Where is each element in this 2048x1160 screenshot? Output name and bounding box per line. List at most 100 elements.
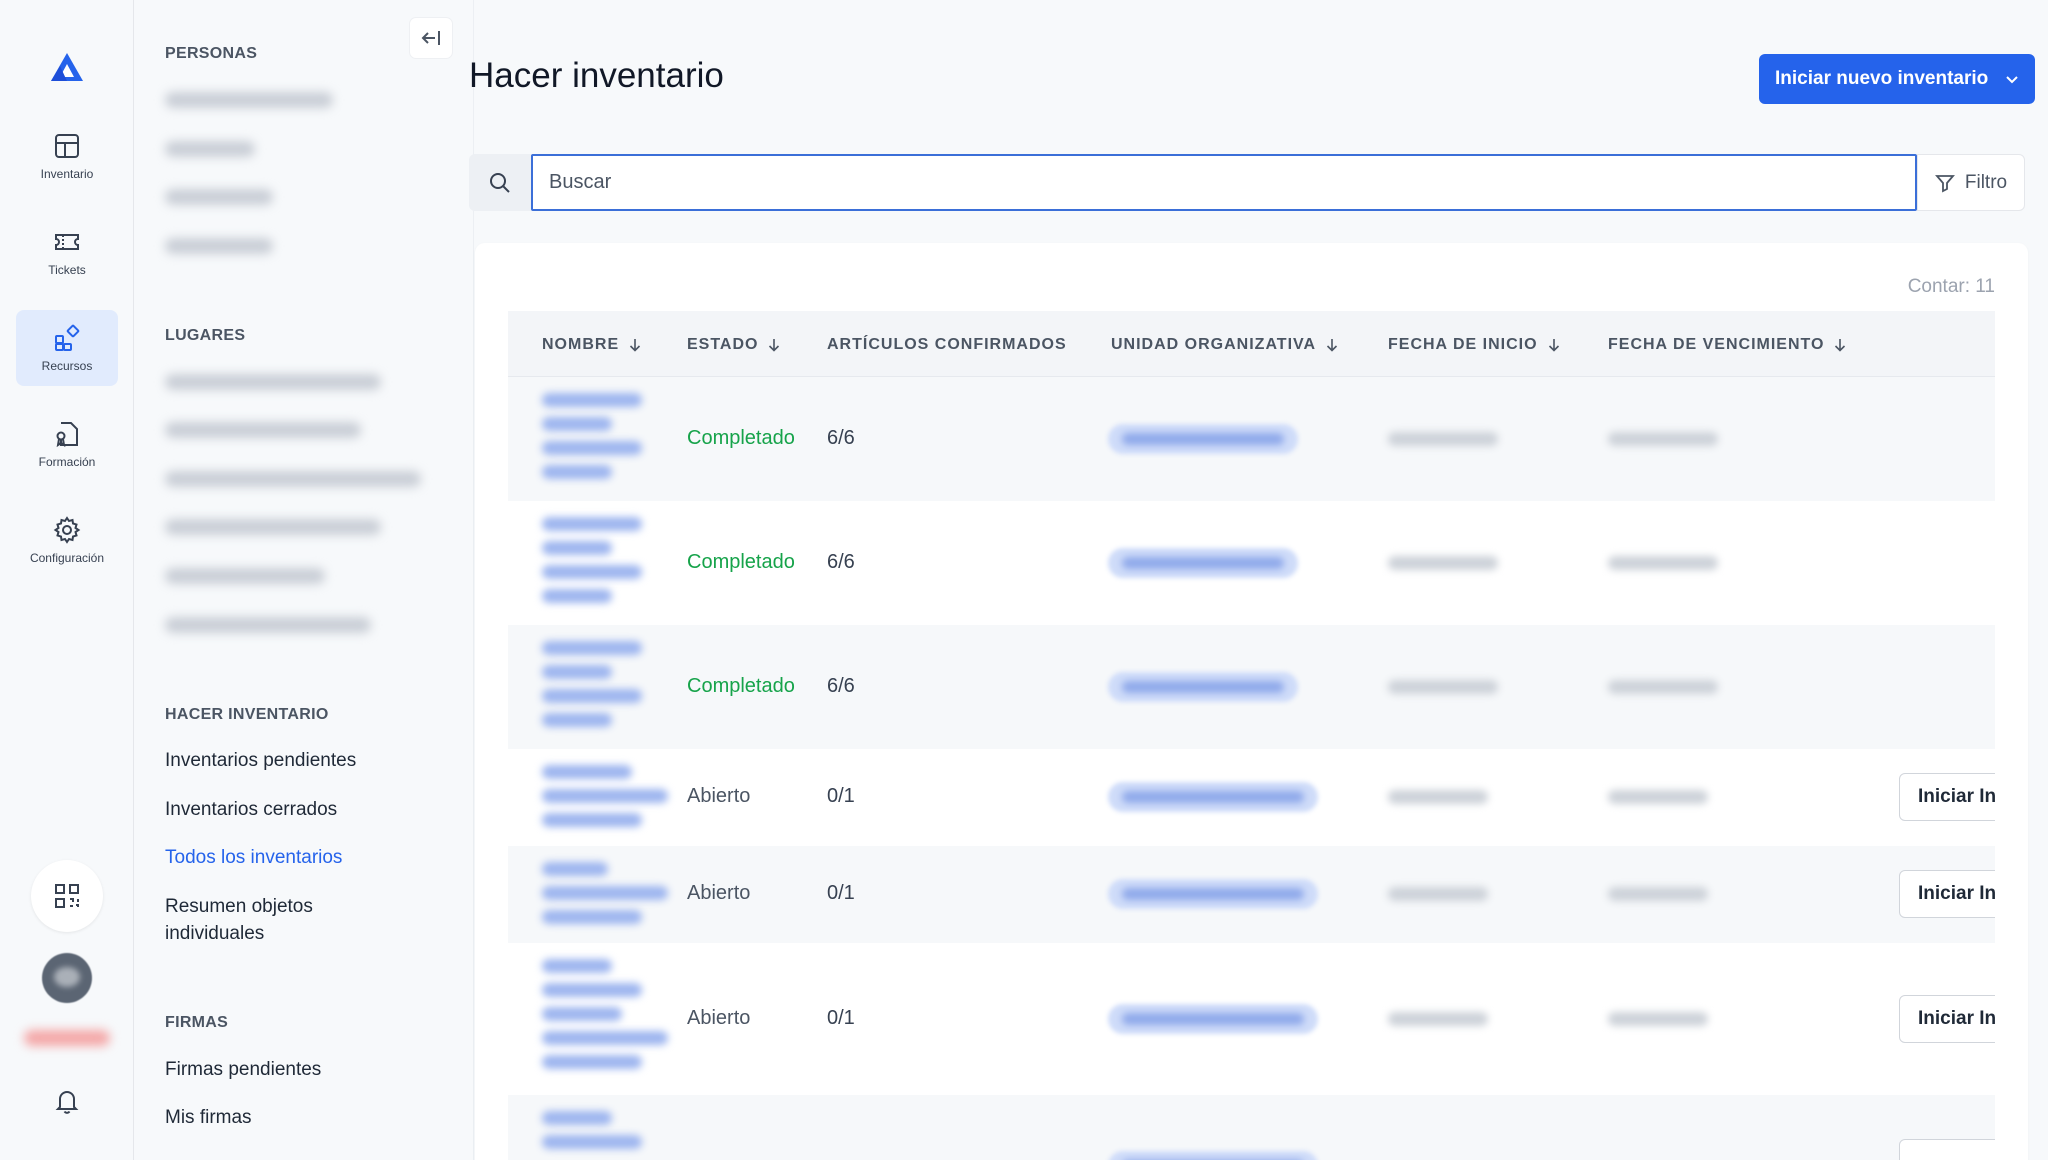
column-header-label: FECHA DE VENCIMIENTO <box>1608 336 1825 353</box>
redacted-item[interactable] <box>165 422 361 438</box>
org-unit-badge <box>1108 782 1318 812</box>
redacted-item[interactable] <box>165 374 381 390</box>
sidebar-item-firmas-pendientes[interactable]: Firmas pendientes <box>165 1059 321 1081</box>
inventory-name-link[interactable] <box>542 1111 642 1149</box>
column-header-nombre[interactable]: NOMBRE <box>542 336 643 354</box>
apps-icon <box>55 324 80 351</box>
inventory-name-link[interactable] <box>542 862 668 924</box>
confirmed-count: 0/1 <box>827 882 855 904</box>
start-date <box>1388 887 1488 901</box>
start-inventory-button[interactable]: Iniciar Inventario <box>1899 870 1995 918</box>
sort-arrow-icon <box>630 339 641 352</box>
status-label: Completado <box>687 427 795 449</box>
collapse-left-icon <box>421 31 440 45</box>
inventory-name-link[interactable] <box>542 641 642 727</box>
rail-item-label: Formación <box>38 455 96 469</box>
rail-item-label: Recursos <box>41 359 93 373</box>
sidebar-item-resumen-objetos-line2[interactable]: individuales <box>165 923 264 945</box>
org-unit-badge <box>1108 424 1298 454</box>
column-header-articulos-confirmados: ARTÍCULOS CONFIRMADOS <box>827 336 1067 354</box>
bell-icon[interactable] <box>52 1086 82 1116</box>
rail-item-inventario[interactable]: Inventario <box>16 118 118 194</box>
table-header: NOMBRE ESTADO ARTÍCULOS CONFIRMADOS UNID… <box>508 311 1995 377</box>
rail-item-configuracion[interactable]: Configuración <box>16 502 118 578</box>
column-header-label: FECHA DE INICIO <box>1388 336 1538 353</box>
page-title: Hacer inventario <box>469 56 724 95</box>
status-label: Completado <box>687 675 795 697</box>
search-input[interactable] <box>531 154 1917 211</box>
chevron-down-icon <box>2006 76 2018 84</box>
rail-item-label: Inventario <box>40 167 94 181</box>
org-unit-badge <box>1108 879 1318 909</box>
table-row[interactable]: Abierto 0/1 Iniciar Inventario <box>508 846 1995 943</box>
redacted-item[interactable] <box>165 189 273 205</box>
collapse-sidebar-button[interactable] <box>410 18 452 58</box>
status-label: Abierto <box>687 1007 751 1029</box>
gear-icon <box>53 516 81 544</box>
search-icon <box>490 172 510 193</box>
app-rail: Inventario Tickets Recursos Formación Co… <box>0 0 134 1160</box>
column-header-label: UNIDAD ORGANIZATIVA <box>1111 336 1317 353</box>
inventory-name-link[interactable] <box>542 959 668 1069</box>
redacted-item[interactable] <box>165 141 255 157</box>
inventory-table-card: Contar: 11 NOMBRE ESTADO ARTÍCULOS CONFI… <box>475 243 2028 1160</box>
redacted-item[interactable] <box>165 238 273 254</box>
search-bar: Filtro <box>469 154 2025 211</box>
app-logo-icon[interactable] <box>48 50 86 88</box>
rail-item-formacion[interactable]: Formación <box>16 406 118 482</box>
ticket-icon <box>55 234 79 250</box>
sort-arrow-icon <box>1326 339 1338 352</box>
inventory-name-link[interactable] <box>542 765 668 827</box>
column-header-unidad-organizativa[interactable]: UNIDAD ORGANIZATIVA <box>1111 336 1340 354</box>
filter-label: Filtro <box>1964 171 2008 193</box>
section-title-lugares: LUGARES <box>165 327 246 344</box>
start-date <box>1388 680 1498 694</box>
start-date <box>1388 790 1488 804</box>
table-row[interactable]: Abierto 0/1 Iniciar Inventario <box>508 943 1995 1095</box>
table-row[interactable] <box>508 1095 1995 1160</box>
sidebar-item-inventarios-pendientes[interactable]: Inventarios pendientes <box>165 750 356 772</box>
org-unit-badge <box>1108 672 1298 702</box>
sort-arrow-icon <box>769 339 780 352</box>
start-date <box>1388 1012 1488 1026</box>
redacted-item[interactable] <box>165 92 333 108</box>
inventory-name-link[interactable] <box>542 393 642 479</box>
redacted-item[interactable] <box>165 568 325 584</box>
rail-item-tickets[interactable]: Tickets <box>16 214 118 290</box>
inventory-name-link[interactable] <box>542 517 642 603</box>
filter-funnel-icon <box>1934 174 1955 192</box>
result-count: Contar: 11 <box>1907 276 1995 297</box>
table-row[interactable]: Completado 6/6 <box>508 377 1995 501</box>
start-date <box>1388 432 1498 446</box>
column-header-fecha-de-vencimiento[interactable]: FECHA DE VENCIMIENTO <box>1608 336 1848 354</box>
sidebar-item-mis-firmas[interactable]: Mis firmas <box>165 1107 252 1129</box>
table-row[interactable]: Completado 6/6 <box>508 625 1995 749</box>
filter-button[interactable]: Filtro <box>1917 154 2025 211</box>
start-inventory-button[interactable]: Iniciar Inventario <box>1899 995 1995 1043</box>
start-inventory-button[interactable]: Iniciar Inventario <box>1899 773 1995 821</box>
new-inventory-button[interactable]: Iniciar nuevo inventario <box>1759 54 2035 104</box>
column-header-fecha-de-inicio[interactable]: FECHA DE INICIO <box>1388 336 1562 354</box>
qr-scan-button[interactable] <box>31 860 103 932</box>
sidebar-item-todos-los-inventarios[interactable]: Todos los inventarios <box>165 847 342 869</box>
table-row[interactable]: Completado 6/6 <box>508 501 1995 625</box>
rail-item-recursos[interactable]: Recursos <box>16 310 118 386</box>
search-icon-box <box>469 154 531 211</box>
redacted-item[interactable] <box>165 617 371 633</box>
start-inventory-button[interactable] <box>1899 1139 1995 1160</box>
sidebar-item-inventarios-cerrados[interactable]: Inventarios cerrados <box>165 799 337 821</box>
column-header-label: ARTÍCULOS CONFIRMADOS <box>827 336 1067 353</box>
redacted-item[interactable] <box>165 471 421 487</box>
status-label: Completado <box>687 551 795 573</box>
redacted-item[interactable] <box>165 519 381 535</box>
user-avatar[interactable] <box>42 953 92 1003</box>
table-row[interactable]: Abierto 0/1 Iniciar Inventario <box>508 749 1995 846</box>
inventory-table: NOMBRE ESTADO ARTÍCULOS CONFIRMADOS UNID… <box>508 311 1995 1160</box>
due-date <box>1608 680 1718 694</box>
org-unit-badge <box>1108 1151 1318 1160</box>
sort-arrow-icon <box>1835 339 1846 352</box>
column-header-estado[interactable]: ESTADO <box>687 336 782 354</box>
due-date <box>1608 790 1708 804</box>
status-label: Abierto <box>687 785 751 807</box>
sidebar-item-resumen-objetos[interactable]: Resumen objetos <box>165 896 313 918</box>
